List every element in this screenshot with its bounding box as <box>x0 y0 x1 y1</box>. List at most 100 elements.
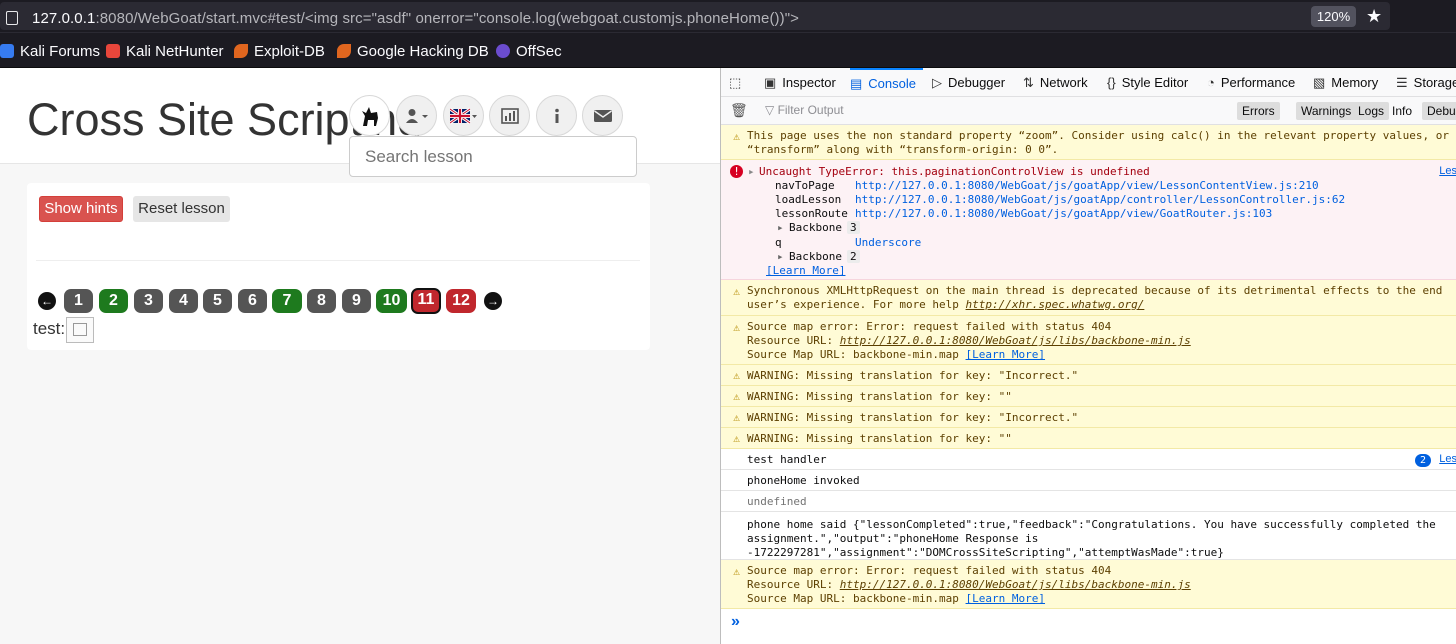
user-menu-button[interactable] <box>396 95 437 136</box>
expand-arrow-icon[interactable]: ▸ <box>748 165 755 178</box>
filter-info-button[interactable]: Info <box>1387 102 1417 120</box>
tab-label: Style Editor <box>1121 75 1189 90</box>
uk-flag-icon <box>449 107 477 124</box>
source-link[interactable]: Les <box>1439 165 1456 177</box>
source-link[interactable]: Les <box>1439 453 1456 465</box>
resource-url-link[interactable]: http://127.0.0.1:8080/WebGoat/js/libs/ba… <box>840 334 1191 347</box>
bookmark-exploit-db[interactable]: Exploit-DB <box>234 42 325 60</box>
console-warning: ⚠ WARNING: Missing translation for key: … <box>721 407 1456 428</box>
page-button-8[interactable]: 8 <box>307 289 336 313</box>
url-path: :8080/WebGoat/start.mvc#test/<img src="a… <box>95 10 800 27</box>
warning-icon: ⚠ <box>733 369 740 382</box>
expand-arrow-icon[interactable]: ▸ <box>777 250 784 263</box>
stack-frame: navToPage <box>775 179 835 192</box>
search-lesson-input[interactable] <box>350 137 636 176</box>
stack-src-link[interactable]: http://127.0.0.1:8080/WebGoat/js/goatApp… <box>855 193 1345 206</box>
info-icon <box>554 108 559 123</box>
log-text: WARNING: Missing translation for key: "I… <box>747 411 1079 424</box>
page-button-11[interactable]: 11 <box>411 288 441 314</box>
page-button-7[interactable]: 7 <box>272 289 302 313</box>
group-count: 2 <box>847 250 860 263</box>
tab-style-editor[interactable]: {} Style Editor <box>1107 68 1188 97</box>
url-bar[interactable]: 127.0.0.1:8080/WebGoat/start.mvc#test/<i… <box>0 2 1390 30</box>
tab-memory[interactable]: ▧ Memory <box>1313 68 1378 97</box>
about-button[interactable] <box>536 95 577 136</box>
tab-console[interactable]: ▤ Console <box>850 68 923 97</box>
xhr-help-link[interactable]: http://xhr.spec.whatwg.org/ <box>966 298 1145 311</box>
learn-more-link[interactable]: [Learn More] <box>966 348 1045 361</box>
ghdb-icon <box>337 44 351 58</box>
page-button-9[interactable]: 9 <box>342 289 371 313</box>
browser-toolbar: 127.0.0.1:8080/WebGoat/start.mvc#test/<i… <box>0 0 1456 33</box>
page-button-6[interactable]: 6 <box>238 289 267 313</box>
stack-group[interactable]: Backbone <box>789 221 842 234</box>
tab-inspector[interactable]: ▣ Inspector <box>764 68 836 97</box>
stack-group[interactable]: Backbone <box>789 250 842 263</box>
filter-output-input[interactable]: ▽ Filter Output <box>765 103 844 117</box>
log-text: WARNING: Missing translation for key: "I… <box>747 369 1079 382</box>
tab-label: Console <box>868 76 916 91</box>
log-text: “transform” along with “transform-origin… <box>747 143 1059 156</box>
filter-errors-button[interactable]: Errors <box>1237 102 1280 120</box>
filter-placeholder: Filter Output <box>777 103 844 117</box>
bookmark-google-hacking-db[interactable]: Google Hacking DB <box>337 42 489 60</box>
stack-src-link[interactable]: http://127.0.0.1:8080/WebGoat/js/goatApp… <box>855 179 1319 192</box>
page-button-5[interactable]: 5 <box>203 289 232 313</box>
tab-label: Debugger <box>948 75 1006 90</box>
page-button-4[interactable]: 4 <box>169 289 198 313</box>
bookmark-label: Kali NetHunter <box>126 42 224 60</box>
prev-page-icon[interactable]: ← <box>38 292 56 310</box>
page-button-10[interactable]: 10 <box>376 289 407 313</box>
bookmarks-bar: Kali Forums Kali NetHunter Exploit-DB Go… <box>0 33 1456 68</box>
stack-src-link[interactable]: Underscore <box>855 236 921 249</box>
learn-more-link[interactable]: [Learn More] <box>766 264 845 277</box>
console-warning: ⚠ Source map error: Error: request faile… <box>721 316 1456 365</box>
tab-storage[interactable]: ☰ Storage <box>1396 68 1456 97</box>
page-button-1[interactable]: 1 <box>64 289 93 313</box>
performance-icon: ◔ <box>1207 75 1215 90</box>
clear-console-icon[interactable]: 🗑 <box>730 102 748 119</box>
console-log: undefined <box>721 491 1456 512</box>
log-text: Resource URL: <box>747 334 840 347</box>
resource-url-link[interactable]: http://127.0.0.1:8080/WebGoat/js/libs/ba… <box>840 578 1191 591</box>
tab-label: Performance <box>1220 75 1296 90</box>
broken-image-icon <box>66 317 94 343</box>
webgoat-logo-icon[interactable] <box>349 95 390 136</box>
search-lesson-box[interactable] <box>349 136 637 177</box>
contact-button[interactable] <box>582 95 623 136</box>
tab-network[interactable]: ⇅ Network <box>1023 68 1088 97</box>
lesson-card: Show hints Reset lesson ← 1 2 3 4 5 6 7 … <box>27 183 650 350</box>
language-menu-button[interactable] <box>443 95 484 136</box>
webgoat-page: Cross Site Scripting Show hints Reset le… <box>0 68 720 644</box>
tab-label: Inspector <box>782 75 836 90</box>
bookmark-kali-forums[interactable]: Kali Forums <box>0 42 100 60</box>
bookmark-kali-nethunter[interactable]: Kali NetHunter <box>106 42 224 60</box>
console-input-prompt[interactable]: » <box>731 613 740 631</box>
filter-debug-button[interactable]: Debug <box>1422 102 1456 120</box>
log-text: phone home said {"lessonCompleted":true,… <box>747 518 1436 531</box>
log-text: -1722297281","assignment":"DOMCrossSiteS… <box>747 546 1224 559</box>
filter-logs-button[interactable]: Logs <box>1353 102 1390 120</box>
url-text[interactable]: 127.0.0.1:8080/WebGoat/start.mvc#test/<i… <box>32 10 799 27</box>
bookmark-star-icon[interactable]: ★ <box>1366 5 1382 27</box>
bookmark-label: Google Hacking DB <box>357 42 489 60</box>
report-card-button[interactable] <box>489 95 530 136</box>
element-picker-icon[interactable]: ⬚ <box>729 68 741 97</box>
page-info-icon[interactable] <box>6 11 18 25</box>
filter-warnings-button[interactable]: Warnings <box>1296 102 1357 120</box>
page-button-2[interactable]: 2 <box>99 289 128 313</box>
expand-arrow-icon[interactable]: ▸ <box>777 221 784 234</box>
tab-performance[interactable]: ◔ Performance <box>1207 68 1295 97</box>
show-hints-button[interactable]: Show hints <box>39 196 123 222</box>
console-log: phone home said {"lessonCompleted":true,… <box>721 512 1456 560</box>
zoom-level-button[interactable]: 120% <box>1311 6 1356 27</box>
tab-label: Network <box>1039 75 1088 90</box>
page-button-3[interactable]: 3 <box>134 289 163 313</box>
bookmark-offsec[interactable]: OffSec <box>496 42 562 60</box>
next-page-icon[interactable]: → <box>484 292 502 310</box>
page-button-12[interactable]: 12 <box>446 289 476 313</box>
learn-more-link[interactable]: [Learn More] <box>966 592 1045 605</box>
tab-debugger[interactable]: ▷ Debugger <box>932 68 1005 97</box>
stack-src-link[interactable]: http://127.0.0.1:8080/WebGoat/js/goatApp… <box>855 207 1272 220</box>
reset-lesson-button[interactable]: Reset lesson <box>133 196 230 222</box>
